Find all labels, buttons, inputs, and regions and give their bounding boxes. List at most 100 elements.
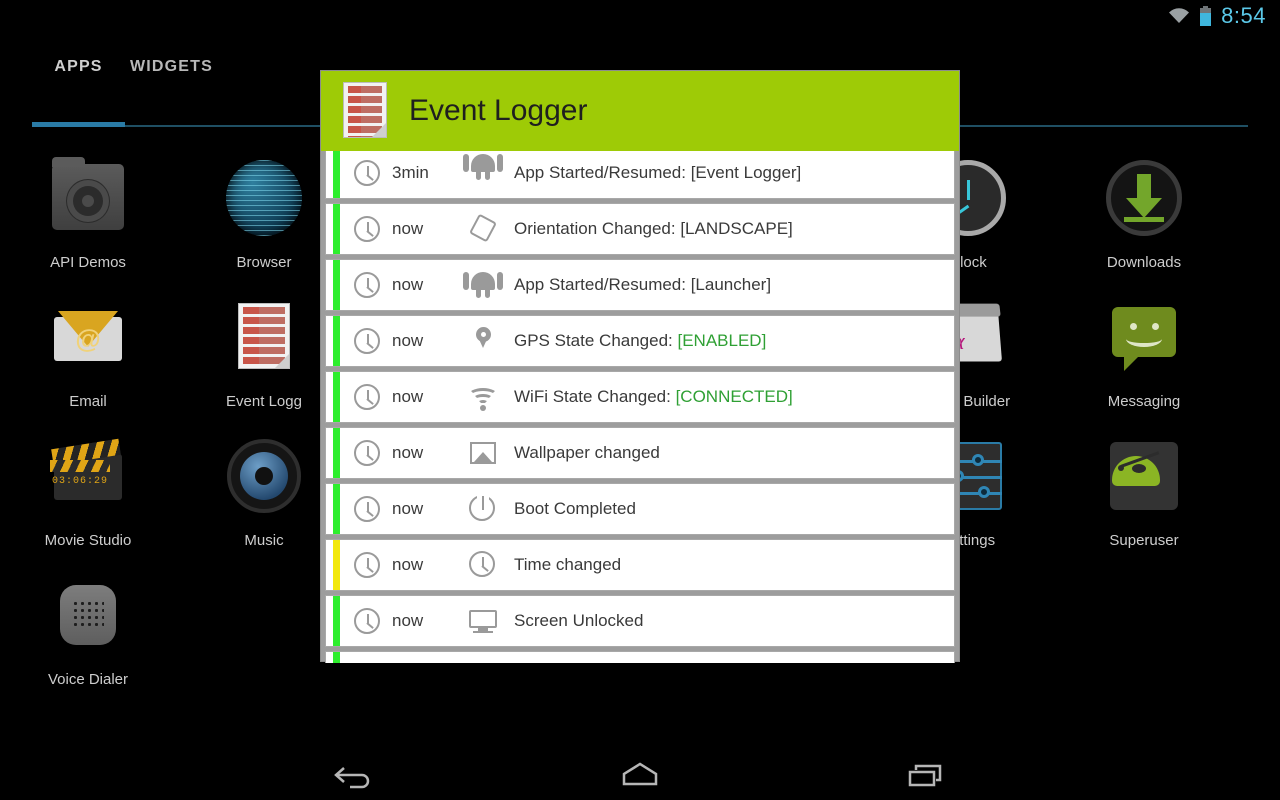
app-icon-messaging[interactable]: Messaging	[1056, 289, 1232, 428]
event-row[interactable]: now Screen Unlocked	[325, 595, 955, 647]
clock-icon	[354, 440, 380, 466]
app-label: Browser	[236, 254, 292, 271]
event-row[interactable]: now WiFi State Changed: [CONNECTED]	[325, 371, 955, 423]
clock-icon	[354, 328, 380, 354]
event-row[interactable]: now App Started/Resumed: [Event Logger]	[325, 651, 955, 663]
app-label: API Demos	[50, 254, 126, 271]
recents-icon[interactable]	[898, 758, 954, 790]
event-row[interactable]: now Boot Completed	[325, 483, 955, 535]
event-text: WiFi State Changed: [CONNECTED]	[514, 387, 793, 407]
app-label: Messaging	[1107, 393, 1181, 410]
event-log-document-icon	[222, 295, 306, 379]
severity-bar	[333, 540, 340, 590]
event-log-document-icon	[343, 82, 391, 140]
app-label: Email	[69, 393, 107, 410]
event-row[interactable]: now GPS State Changed: [ENABLED]	[325, 315, 955, 367]
envelope-at-icon: @	[46, 295, 130, 379]
globe-icon	[222, 156, 306, 240]
status-bar-clock: 8:54	[1221, 3, 1266, 28]
tab-active-indicator	[32, 122, 125, 127]
app-label: Downloads	[1106, 254, 1182, 271]
event-label: GPS State Changed:	[514, 331, 678, 350]
event-text: GPS State Changed: [ENABLED]	[514, 331, 766, 351]
app-icon-superuser[interactable]: Superuser	[1056, 428, 1232, 567]
clock-icon	[354, 496, 380, 522]
severity-bar	[333, 260, 340, 310]
speaker-icon	[222, 434, 306, 518]
event-text: Orientation Changed: [LANDSCAPE]	[514, 219, 793, 238]
event-row[interactable]: 3min App Started/Resumed: [Event Logger]	[325, 151, 955, 199]
event-time: now	[392, 443, 424, 462]
severity-bar	[333, 151, 340, 198]
clapperboard-icon: 03:06:29	[46, 434, 130, 518]
clock-icon	[354, 216, 380, 242]
event-row[interactable]: now Orientation Changed: [LANDSCAPE]	[325, 203, 955, 255]
navigation-bar	[0, 748, 1280, 800]
screen-unlocked-icon	[466, 604, 500, 638]
event-value: [CONNECTED]	[675, 387, 793, 406]
event-label: WiFi State Changed:	[514, 387, 676, 406]
clock-icon	[354, 160, 380, 186]
severity-bar	[333, 596, 340, 646]
severity-bar	[333, 372, 340, 422]
event-time: now	[392, 499, 424, 518]
android-pirate-icon	[1102, 434, 1186, 518]
app-icon-email[interactable]: @ Email	[0, 289, 176, 428]
dialog-title: Event Logger	[409, 94, 588, 127]
android-icon	[466, 660, 500, 663]
microphone-icon	[46, 573, 130, 657]
app-label: Music	[244, 532, 284, 549]
app-icon-voice-dialer[interactable]: Voice Dialer	[0, 567, 176, 706]
event-row[interactable]: now Time changed	[325, 539, 955, 591]
event-value: [ENABLED]	[677, 331, 767, 350]
app-icon-downloads[interactable]: Downloads	[1056, 150, 1232, 289]
dialog-header: Event Logger	[321, 71, 959, 151]
tab-apps[interactable]: APPS	[32, 58, 125, 100]
clock-icon	[466, 548, 500, 582]
severity-bar	[333, 428, 340, 478]
status-bar: 8:54	[0, 0, 1280, 32]
severity-bar	[333, 652, 340, 663]
event-text: App Started/Resumed: [Launcher]	[514, 275, 772, 294]
clock-icon	[354, 552, 380, 578]
event-text: Boot Completed	[514, 499, 636, 518]
wifi-icon	[1168, 8, 1190, 24]
wifi-icon	[466, 380, 500, 414]
battery-icon	[1199, 6, 1212, 26]
app-label: Superuser	[1109, 532, 1179, 549]
event-text: Wallpaper changed	[514, 443, 660, 462]
orientation-icon	[466, 212, 500, 246]
event-time: now	[392, 275, 424, 294]
wallpaper-image-icon	[466, 436, 500, 470]
event-time: now	[392, 611, 424, 630]
event-text: Time changed	[514, 555, 622, 574]
android-icon	[463, 154, 503, 190]
app-icon-api-demos[interactable]: API Demos	[0, 150, 176, 289]
severity-bar	[333, 204, 340, 254]
back-icon[interactable]	[326, 758, 382, 790]
app-label: Event Logg	[226, 393, 302, 410]
clock-icon	[354, 384, 380, 410]
event-time: now	[392, 219, 424, 238]
clock-icon	[354, 608, 380, 634]
android-icon	[463, 268, 503, 302]
tab-widgets[interactable]: WIDGETS	[125, 58, 218, 100]
event-time: now	[392, 331, 424, 350]
drawer-tabs: APPS WIDGETS	[32, 58, 218, 100]
home-icon[interactable]	[612, 758, 668, 790]
folder-gear-icon	[46, 156, 130, 240]
severity-bar	[333, 484, 340, 534]
event-text: App Started/Resumed: [Event Logger]	[514, 163, 802, 182]
event-time: 3min	[392, 163, 429, 182]
event-time: now	[392, 387, 424, 406]
event-row[interactable]: now Wallpaper changed	[325, 427, 955, 479]
severity-bar	[333, 316, 340, 366]
clapperboard-time: 03:06:29	[52, 476, 109, 487]
power-icon	[466, 492, 500, 526]
event-logger-dialog: Event Logger 3min App Started/Resumed: […	[320, 70, 960, 663]
app-icon-movie-studio[interactable]: 03:06:29 Movie Studio	[0, 428, 176, 567]
event-text: Screen Unlocked	[514, 611, 644, 630]
message-smiley-icon	[1102, 295, 1186, 379]
event-row[interactable]: now App Started/Resumed: [Launcher]	[325, 259, 955, 311]
event-list[interactable]: 3min App Started/Resumed: [Event Logger]…	[321, 151, 959, 663]
